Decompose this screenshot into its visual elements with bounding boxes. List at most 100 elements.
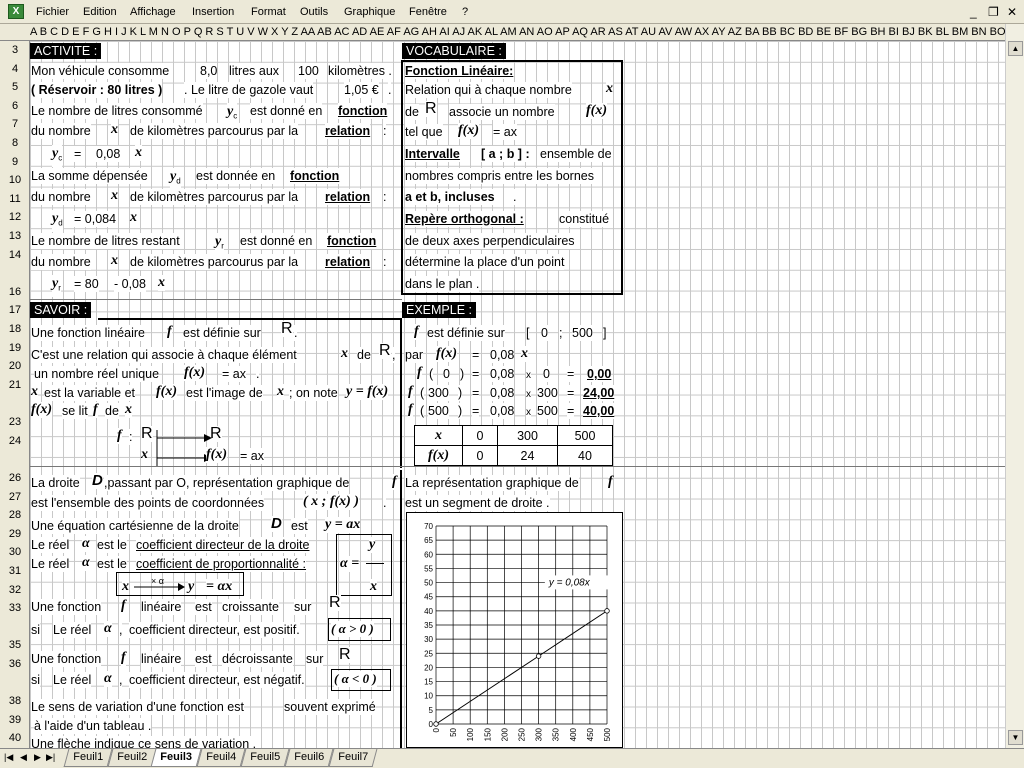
next-sheet-icon[interactable]: ▶ (34, 752, 41, 763)
cell-text[interactable]: Repère orthogonal : (405, 211, 524, 227)
cell-text[interactable]: , (392, 347, 396, 363)
cell-text[interactable]: de kilomètres parcourus par la (130, 123, 299, 139)
cell-value[interactable]: = 0,084 (74, 211, 117, 227)
cell-text[interactable]: se lit (62, 403, 88, 419)
scroll-up-icon[interactable]: ▲ (1008, 41, 1023, 56)
cell-text[interactable]: ensemble de (540, 146, 612, 162)
cell-text[interactable]: de (405, 104, 419, 120)
cell-text[interactable]: est définie sur (427, 325, 505, 341)
row-header[interactable]: 28 (0, 509, 30, 521)
cell-text[interactable]: C'est une relation qui associe à chaque … (31, 347, 297, 363)
cell-text[interactable]: est le (97, 537, 127, 553)
row-header[interactable]: 31 (0, 565, 30, 577)
cell-text[interactable]: fonction (290, 168, 340, 184)
cell-text[interactable]: . Le litre de gazole vaut (184, 82, 314, 98)
cell-text[interactable]: est l'image de (186, 385, 263, 401)
close-icon[interactable]: ✕ (1007, 5, 1017, 19)
menu-fenetre[interactable]: Fenêtre (409, 6, 447, 18)
row-header[interactable]: 39 (0, 714, 30, 726)
row-header[interactable]: 30 (0, 546, 30, 558)
cell-text[interactable]: = (472, 385, 480, 401)
cell-text[interactable]: Le nombre de litres restant (31, 233, 180, 249)
row-header[interactable]: 38 (0, 695, 30, 707)
cell-value[interactable]: 8,0 (200, 63, 218, 79)
cell-text[interactable]: est donné en (240, 233, 313, 249)
line-chart[interactable]: 0 5 10 15 20 25 30 35 40 45 50 55 60 65 70 0 50 100 150 20… (406, 512, 623, 748)
cell-text[interactable]: ,passant par O, représentation graphique… (104, 475, 350, 491)
table-cell[interactable]: 40 (557, 445, 613, 466)
row-header[interactable]: 32 (0, 584, 30, 596)
cell-text[interactable]: sur (294, 599, 312, 615)
cell-result[interactable]: 40,00 (583, 403, 615, 419)
reals-symbol[interactable]: R (281, 321, 293, 337)
cell-value[interactable]: 0 (443, 366, 450, 382)
cell-text[interactable]: . (388, 82, 392, 98)
row-header[interactable]: 6 (0, 100, 30, 112)
cell-text[interactable]: = ax (222, 366, 246, 382)
table-cell[interactable]: 24 (497, 445, 558, 466)
cell-text[interactable]: sur (306, 651, 324, 667)
cell-text[interactable]: si (31, 622, 41, 638)
cell-text[interactable]: est (291, 518, 308, 534)
cell-text[interactable]: est un segment de droite . (405, 495, 550, 511)
cell-text[interactable]: ] (603, 325, 607, 341)
tab-feuil2[interactable]: Feuil2 (107, 749, 157, 767)
cell-text[interactable]: de kilomètres parcourus par la (130, 254, 299, 270)
cell-text[interactable]: est (195, 651, 212, 667)
cell-text[interactable]: de (357, 347, 371, 363)
menu-insertion[interactable]: Insertion (192, 6, 234, 18)
menu-affichage[interactable]: Affichage (130, 6, 176, 18)
row-header[interactable]: 16 (0, 286, 30, 298)
cell-value[interactable]: 300 (537, 385, 558, 401)
cell-value[interactable]: 0,08 (490, 347, 515, 363)
row-header[interactable]: 13 (0, 230, 30, 242)
cell-text[interactable]: est la variable et (44, 385, 136, 401)
menu-format[interactable]: Format (251, 6, 286, 18)
cell-text[interactable]: , (119, 622, 123, 638)
cell-text[interactable]: a et b, incluses (405, 189, 495, 205)
cell-text[interactable]: . (383, 495, 387, 511)
cell-text[interactable]: souvent exprimé (284, 699, 376, 715)
cell-text[interactable]: ; (559, 325, 563, 341)
row-header[interactable]: 19 (0, 342, 30, 354)
cell-text[interactable]: ; on note (289, 385, 338, 401)
cell-text[interactable]: . (294, 325, 298, 341)
cell-text[interactable]: La somme dépensée (31, 168, 148, 184)
cell-text[interactable]: . (513, 189, 517, 205)
first-sheet-icon[interactable]: |◀ (4, 752, 13, 763)
cell-text[interactable]: nombres compris entre les bornes (405, 168, 594, 184)
cell-text[interactable]: coefficient directeur de la droite (136, 537, 310, 553)
cell-text[interactable]: Le sens de variation d'une fonction est (31, 699, 244, 715)
row-header[interactable]: 7 (0, 118, 30, 130)
row-header[interactable]: 5 (0, 81, 30, 93)
cell-value[interactable]: 300 (428, 385, 449, 401)
cell-text[interactable]: , (119, 672, 123, 688)
row-header[interactable]: 4 (0, 63, 30, 75)
cell-result[interactable]: 24,00 (583, 385, 615, 401)
cell-text[interactable]: : (383, 254, 387, 270)
menu-edition[interactable]: Edition (83, 6, 117, 18)
reals-symbol[interactable]: R (329, 595, 341, 611)
cell-value[interactable]: 1,05 € (344, 82, 379, 98)
cell-text[interactable]: Le réel (31, 537, 70, 553)
cell-text[interactable]: croissante (222, 599, 279, 615)
cell-text[interactable]: [ (526, 325, 530, 341)
cell-text[interactable]: [ a ; b ] : (481, 146, 530, 162)
row-header[interactable]: 3 (0, 44, 30, 56)
minimize-icon[interactable]: _ (970, 5, 977, 19)
cell-text[interactable]: kilomètres . (328, 63, 392, 79)
cell-text[interactable]: est donnée en (196, 168, 276, 184)
cell-text[interactable]: = (567, 403, 575, 419)
cell-text[interactable]: La représentation graphique de (405, 475, 579, 491)
row-header[interactable]: 23 (0, 416, 30, 428)
menu-help[interactable]: ? (462, 6, 468, 18)
cell-text[interactable]: du nombre (31, 254, 91, 270)
vertical-scrollbar[interactable]: ▲ ▼ (1005, 24, 1024, 748)
menu-fichier[interactable]: Fichier (36, 6, 69, 18)
tab-feuil5[interactable]: Feuil5 (240, 749, 290, 767)
excel-app-icon[interactable]: X (8, 4, 24, 19)
cell-text[interactable]: = (472, 403, 480, 419)
row-header[interactable]: 24 (0, 435, 30, 447)
cell-text[interactable]: est (195, 599, 212, 615)
prev-sheet-icon[interactable]: ◀ (20, 752, 27, 763)
